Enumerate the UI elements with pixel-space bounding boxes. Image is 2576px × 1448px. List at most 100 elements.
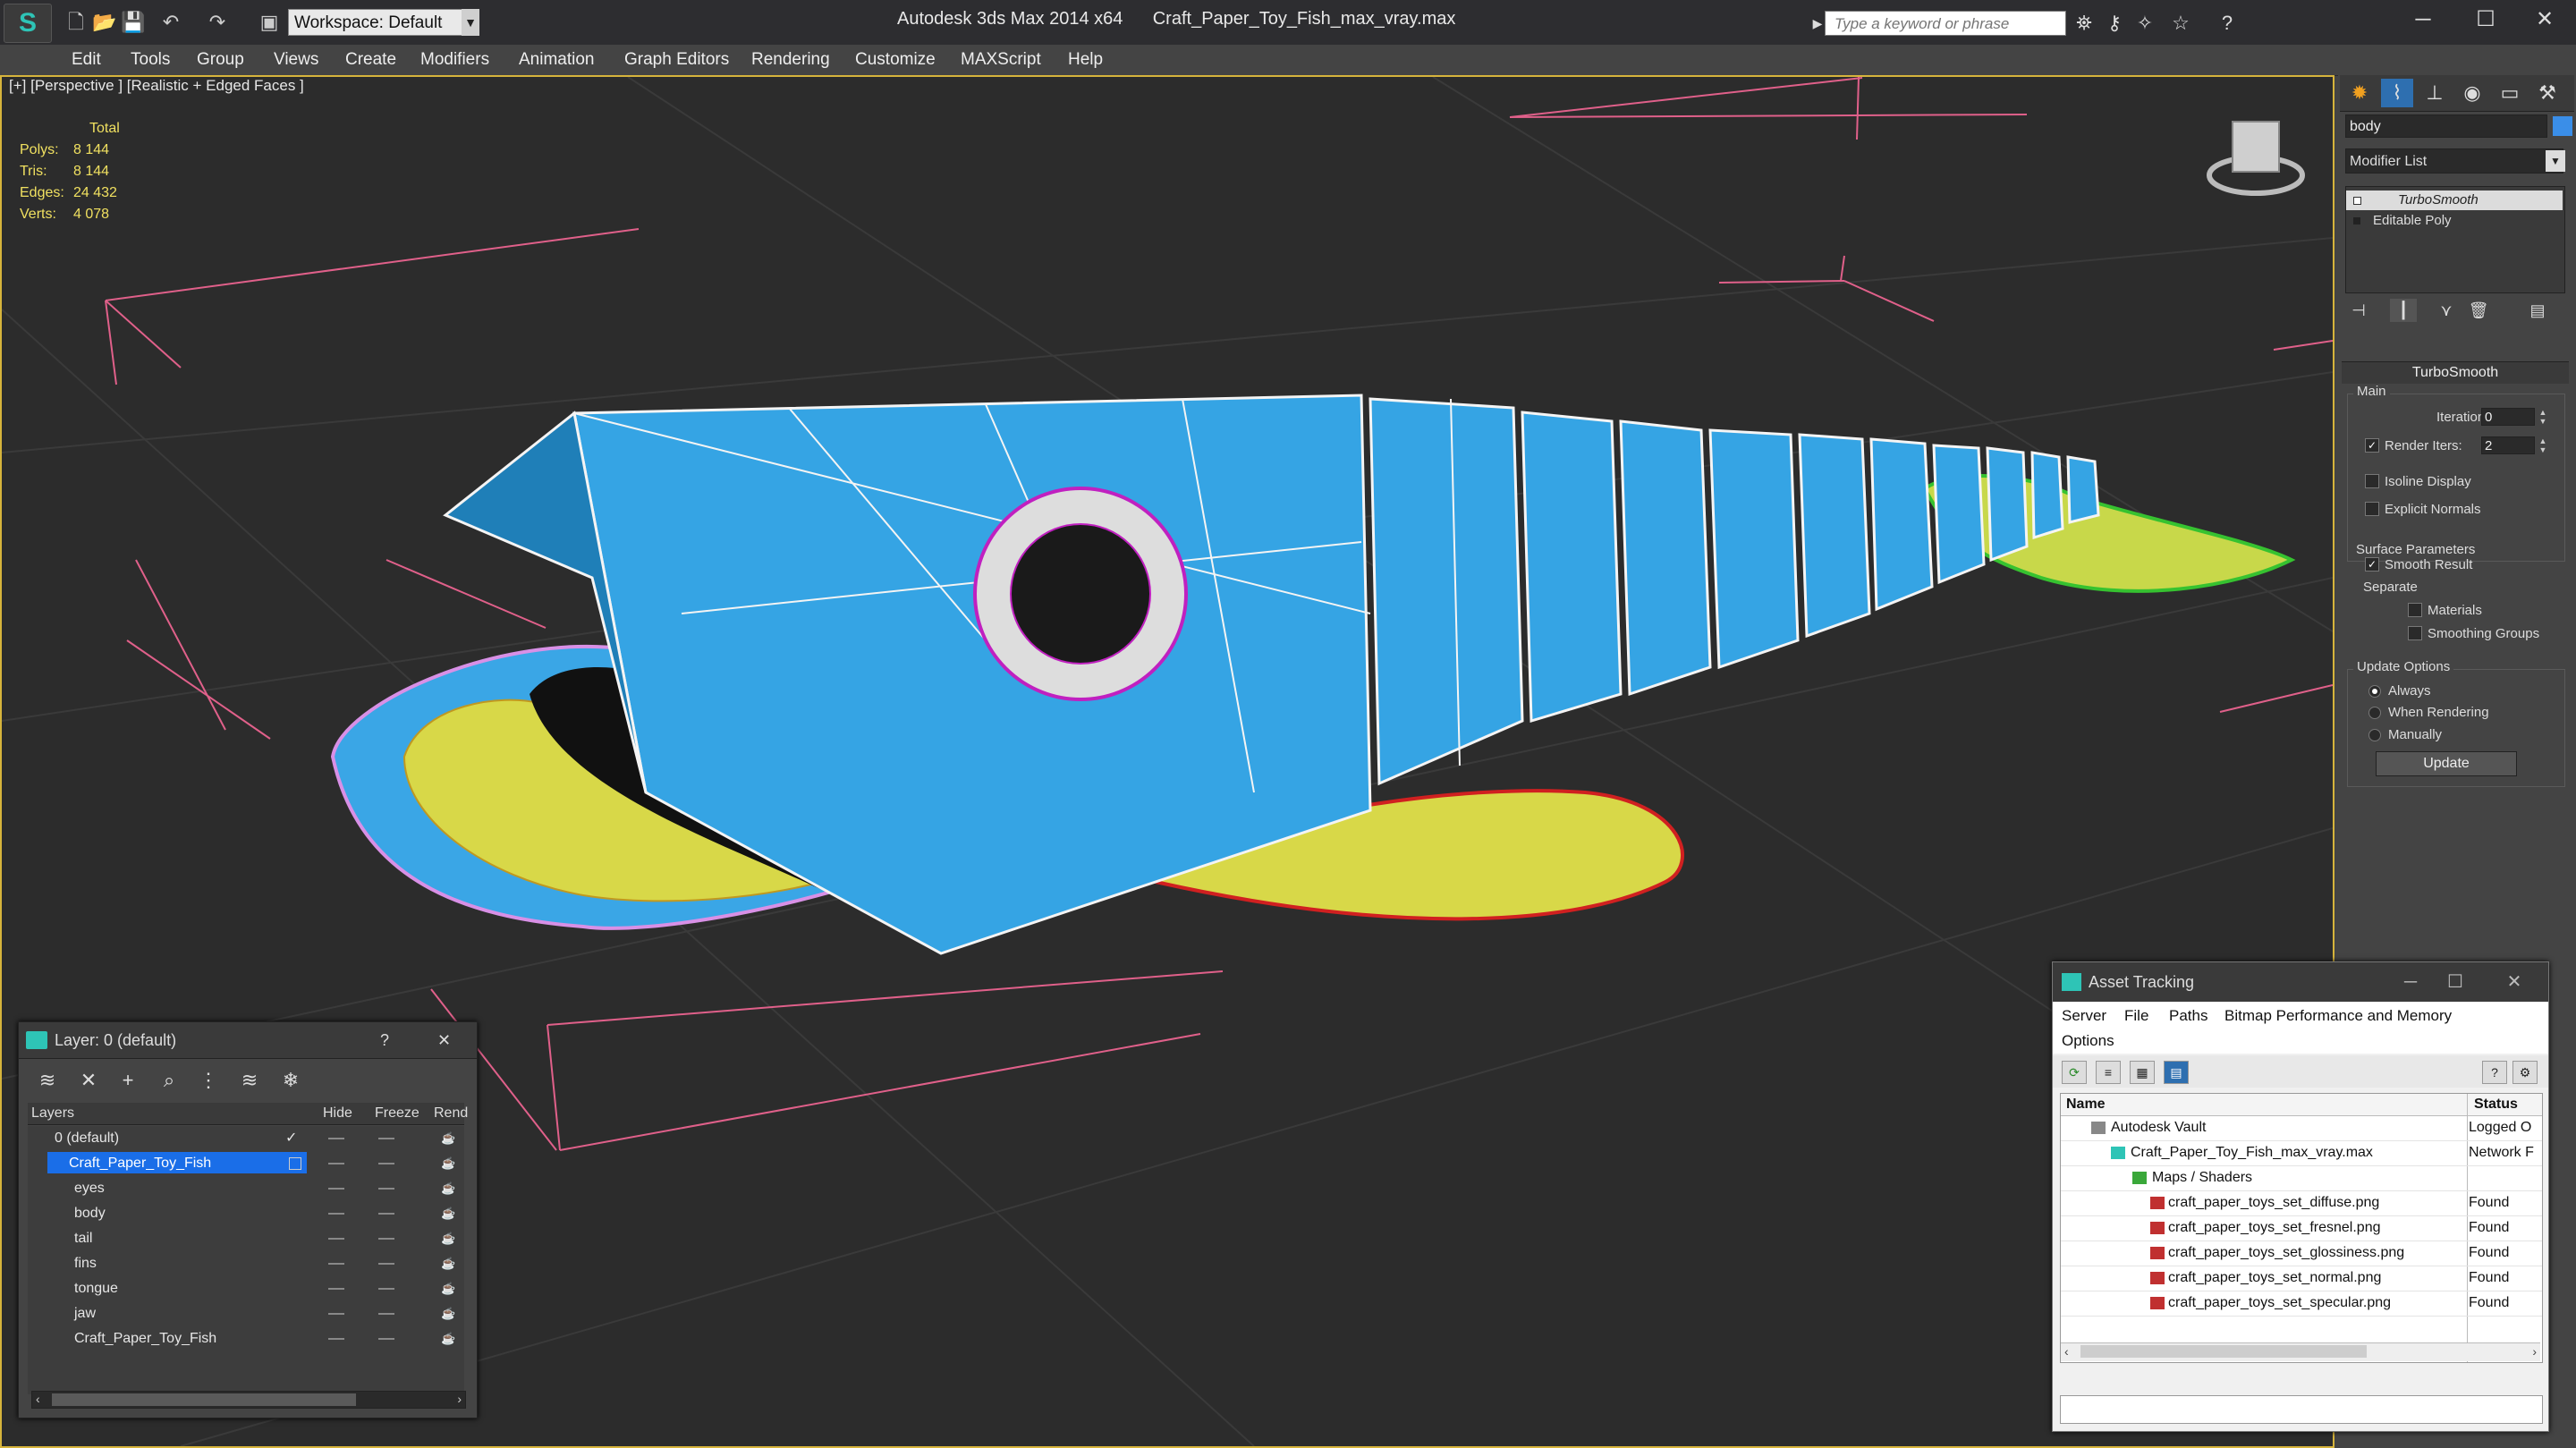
- object-name-field[interactable]: body: [2345, 114, 2547, 138]
- render-teapot-icon[interactable]: ☕: [441, 1126, 455, 1150]
- list-view-icon[interactable]: ≡: [2096, 1061, 2121, 1084]
- app-logo-icon[interactable]: S: [4, 4, 52, 43]
- freeze-toggle[interactable]: [378, 1163, 394, 1164]
- search-input[interactable]: [1833, 14, 2069, 34]
- column-name[interactable]: Name: [2066, 1097, 2106, 1113]
- isoline-display-checkbox[interactable]: [2365, 474, 2379, 488]
- update-button[interactable]: Update: [2376, 751, 2517, 776]
- column-layers[interactable]: Layers: [31, 1105, 74, 1122]
- render-teapot-icon[interactable]: ☕: [441, 1276, 455, 1300]
- asset-horizontal-scrollbar[interactable]: ‹ ›: [2061, 1342, 2540, 1361]
- expand-icon[interactable]: [2353, 217, 2360, 224]
- object-color-swatch[interactable]: [2553, 116, 2572, 136]
- object-row-eyes[interactable]: eyes ☕: [28, 1176, 464, 1200]
- asset-row-vault[interactable]: Autodesk Vault Logged O: [2061, 1115, 2542, 1141]
- help-icon[interactable]: ?: [2215, 11, 2240, 36]
- scrollbar-thumb[interactable]: [2080, 1345, 2367, 1358]
- maximize-icon[interactable]: ☐: [2437, 970, 2473, 995]
- freeze-toggle[interactable]: [378, 1238, 394, 1240]
- asset-menu-file[interactable]: File: [2124, 1007, 2148, 1025]
- add-to-layer-icon[interactable]: +: [114, 1067, 142, 1094]
- asset-row-max-file[interactable]: Craft_Paper_Toy_Fish_max_vray.max Networ…: [2061, 1140, 2542, 1166]
- configure-sets-icon[interactable]: ▤: [2524, 299, 2551, 322]
- close-icon[interactable]: ✕: [2496, 970, 2532, 995]
- display-tab-icon[interactable]: ▭: [2494, 79, 2526, 107]
- hide-toggle[interactable]: [328, 1213, 344, 1215]
- render-teapot-icon[interactable]: ☕: [441, 1176, 455, 1200]
- separate-smoothing-groups-checkbox[interactable]: [2408, 626, 2422, 640]
- hide-toggle[interactable]: [328, 1313, 344, 1315]
- open-file-icon[interactable]: 📂: [91, 9, 118, 36]
- asset-row-glossiness[interactable]: craft_paper_toys_set_glossiness.png Foun…: [2061, 1241, 2542, 1266]
- menu-maxscript[interactable]: MAXScript: [961, 50, 1041, 70]
- column-freeze[interactable]: Freeze: [375, 1105, 419, 1122]
- render-teapot-icon[interactable]: ☕: [441, 1301, 455, 1325]
- hide-all-icon[interactable]: ≋: [235, 1067, 264, 1094]
- menu-tools[interactable]: Tools: [131, 50, 170, 70]
- show-end-result-icon[interactable]: ┃: [2390, 299, 2417, 322]
- asset-menu-paths[interactable]: Paths: [2169, 1007, 2207, 1025]
- separate-materials-checkbox[interactable]: [2408, 603, 2422, 617]
- chevron-down-icon[interactable]: ▼: [462, 9, 479, 36]
- star-icon[interactable]: ☆: [2168, 11, 2193, 36]
- freeze-toggle[interactable]: [378, 1138, 394, 1139]
- minimize-icon[interactable]: ─: [2392, 0, 2454, 39]
- asset-row-normal[interactable]: craft_paper_toys_set_normal.png Found: [2061, 1266, 2542, 1291]
- freeze-toggle[interactable]: [378, 1313, 394, 1315]
- menu-rendering[interactable]: Rendering: [751, 50, 830, 70]
- lightbulb-icon[interactable]: [2353, 197, 2361, 205]
- update-when-rendering-radio[interactable]: [2368, 707, 2381, 719]
- redo-icon[interactable]: ↷: [204, 9, 231, 36]
- help-icon[interactable]: ?: [2482, 1061, 2507, 1084]
- render-teapot-icon[interactable]: ☕: [441, 1201, 455, 1225]
- layer-horizontal-scrollbar[interactable]: ‹ ›: [31, 1391, 466, 1409]
- asset-menu-bitmap-performance[interactable]: Bitmap Performance and Memory: [2224, 1007, 2452, 1025]
- menu-animation[interactable]: Animation: [519, 50, 595, 70]
- scrollbar-thumb[interactable]: [52, 1393, 356, 1406]
- project-folder-icon[interactable]: ▣: [256, 9, 283, 36]
- make-unique-icon[interactable]: ⋎: [2433, 299, 2460, 322]
- asset-row-fresnel[interactable]: craft_paper_toys_set_fresnel.png Found: [2061, 1215, 2542, 1241]
- layer-row-default[interactable]: 0 (default) ✓ ☕: [28, 1126, 464, 1150]
- menu-help[interactable]: Help: [1068, 50, 1103, 70]
- highlight-selected-icon[interactable]: ⋮: [194, 1067, 223, 1094]
- maximize-icon[interactable]: ☐: [2454, 0, 2517, 39]
- stack-item-turbosmooth[interactable]: TurboSmooth: [2346, 191, 2563, 210]
- asset-row-diffuse[interactable]: craft_paper_toys_set_diffuse.png Found: [2061, 1190, 2542, 1216]
- new-layer-icon[interactable]: ≋: [33, 1067, 62, 1094]
- modify-tab-icon[interactable]: ⌇: [2381, 79, 2413, 107]
- explicit-normals-checkbox[interactable]: [2365, 502, 2379, 516]
- chevron-down-icon[interactable]: ▼: [2546, 150, 2565, 172]
- scroll-right-icon[interactable]: ›: [457, 1392, 462, 1406]
- menu-edit[interactable]: Edit: [72, 50, 101, 70]
- asset-window-titlebar[interactable]: Asset Tracking ─ ☐ ✕: [2053, 962, 2548, 1002]
- column-hide[interactable]: Hide: [323, 1105, 352, 1122]
- column-status[interactable]: Status: [2474, 1097, 2518, 1113]
- search-box[interactable]: [1825, 11, 2069, 36]
- new-file-icon[interactable]: 🗋: [63, 9, 89, 36]
- scroll-right-icon[interactable]: ›: [2532, 1344, 2537, 1359]
- object-row-fins[interactable]: fins ☕: [28, 1251, 464, 1275]
- hide-toggle[interactable]: [328, 1288, 344, 1290]
- help-icon[interactable]: ?: [380, 1031, 389, 1050]
- set-active-checkbox[interactable]: [289, 1157, 301, 1170]
- layer-window-titlebar[interactable]: Layer: 0 (default) ? ✕: [19, 1022, 477, 1059]
- select-objects-icon[interactable]: ⌕: [155, 1067, 183, 1094]
- render-teapot-icon[interactable]: ☕: [441, 1226, 455, 1250]
- undo-icon[interactable]: ↶: [157, 9, 184, 36]
- asset-row-specular[interactable]: craft_paper_toys_set_specular.png Found: [2061, 1291, 2542, 1317]
- motion-tab-icon[interactable]: ◉: [2456, 79, 2488, 107]
- asset-row-maps-shaders[interactable]: Maps / Shaders: [2061, 1165, 2542, 1191]
- remove-modifier-icon[interactable]: 🗑: [2465, 299, 2492, 322]
- workspace-dropdown[interactable]: Workspace: Default: [288, 9, 478, 36]
- render-iters-spinner[interactable]: 2: [2481, 436, 2535, 454]
- object-row-tongue[interactable]: tongue ☕: [28, 1276, 464, 1300]
- spinner-arrows-icon[interactable]: ▲ ▼: [2537, 408, 2549, 426]
- layer-row-craft-paper-toy-fish[interactable]: Craft_Paper_Toy_Fish ☕: [28, 1151, 464, 1175]
- object-row-tail[interactable]: tail ☕: [28, 1226, 464, 1250]
- scroll-left-icon[interactable]: ‹: [36, 1392, 40, 1406]
- menu-modifiers[interactable]: Modifiers: [420, 50, 489, 70]
- smooth-result-checkbox[interactable]: ✓: [2365, 557, 2379, 572]
- viewport-label[interactable]: [+] [Perspective ] [Realistic + Edged Fa…: [9, 77, 304, 95]
- minimize-icon[interactable]: ─: [2393, 970, 2428, 995]
